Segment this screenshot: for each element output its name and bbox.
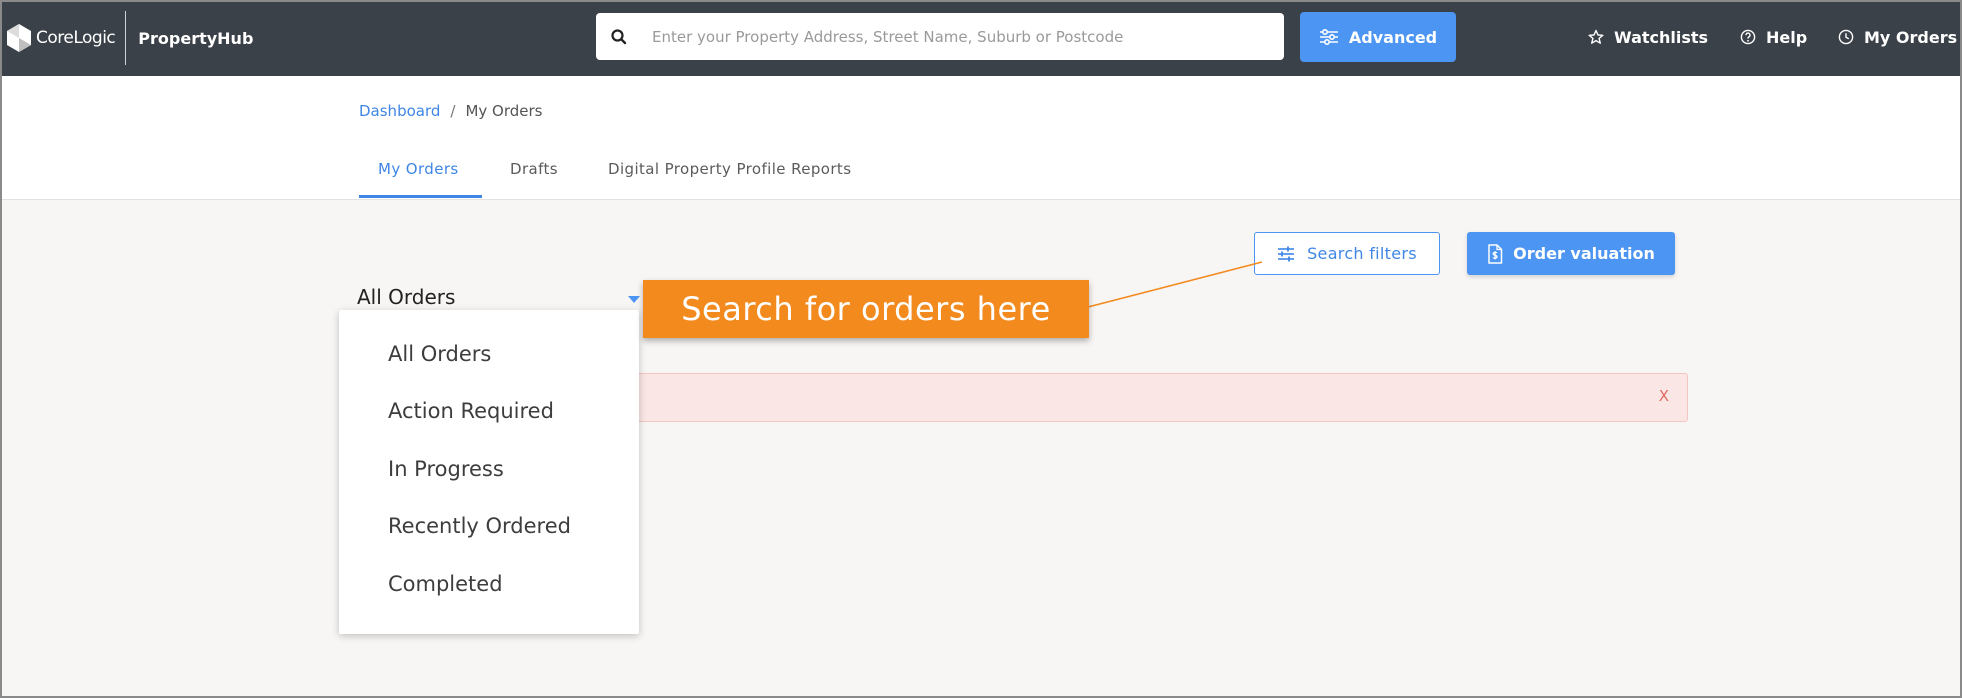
annotation-callout: Search for orders here <box>643 280 1089 338</box>
callout-pointer-line <box>1087 261 1263 308</box>
annotation-callout-text: Search for orders here <box>681 290 1051 328</box>
